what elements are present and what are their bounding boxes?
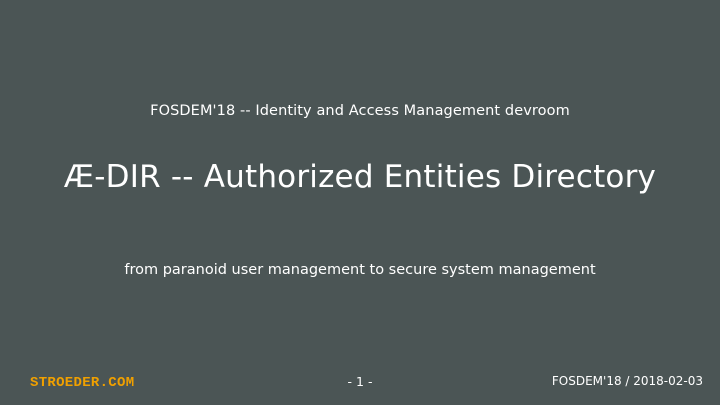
slide-title: Æ-DIR -- Authorized Entities Directory [63,159,657,195]
footer-event-date: FOSDEM'18 / 2018-02-03 [551,374,703,388]
slide-subtitle: from paranoid user management to secure … [124,262,596,278]
event-heading: FOSDEM'18 -- Identity and Access Managem… [150,103,570,119]
presentation-slide: FOSDEM'18 -- Identity and Access Managem… [0,0,720,405]
